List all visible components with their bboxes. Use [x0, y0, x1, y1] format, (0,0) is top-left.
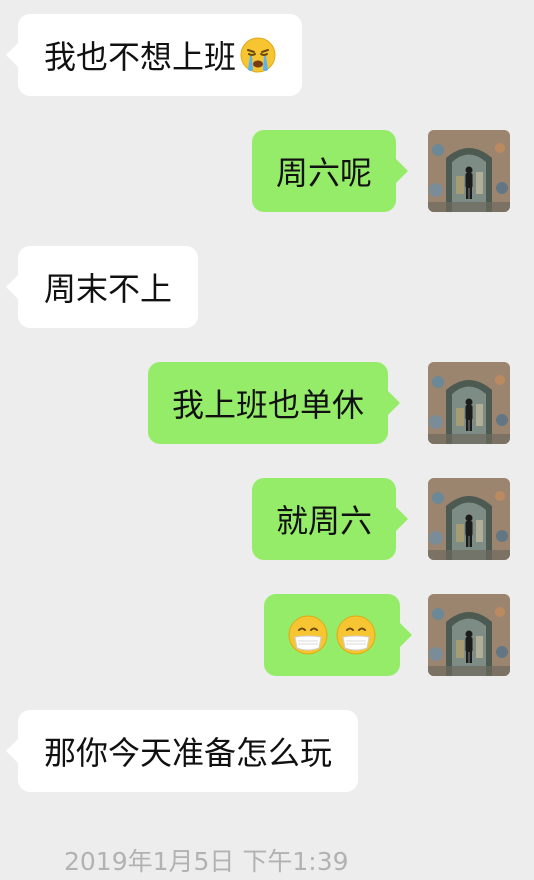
message-text: 我也不想上班	[44, 38, 237, 76]
face-with-medical-mask-icon	[288, 615, 328, 655]
avatar[interactable]	[428, 478, 510, 560]
outgoing-message-bubble[interactable]: 我上班也单休	[148, 362, 401, 444]
message-text: 就周六	[276, 502, 373, 540]
avatar[interactable]	[428, 362, 510, 444]
avatar[interactable]	[428, 130, 510, 212]
avatar-photo-icon	[428, 130, 510, 212]
avatar-photo-icon	[428, 362, 510, 444]
incoming-message-bubble[interactable]: 周末不上	[5, 246, 199, 328]
emoji-row	[288, 615, 376, 655]
message-text: 那你今天准备怎么玩	[44, 734, 333, 772]
avatar-photo-icon	[428, 478, 510, 560]
chat-view: 我也不想上班 周六呢 周末不上 我上班也单休 就周六 那你今天准备怎么玩 201…	[0, 0, 534, 880]
incoming-message-bubble[interactable]: 那你今天准备怎么玩	[5, 710, 359, 792]
crying-face-icon	[240, 37, 276, 73]
avatar-photo-icon	[428, 594, 510, 676]
avatar[interactable]	[428, 594, 510, 676]
message-timestamp: 2019年1月5日 下午1:39	[64, 847, 349, 876]
message-text: 周末不上	[44, 270, 173, 308]
message-text: 我上班也单休	[172, 386, 365, 424]
face-with-medical-mask-icon	[336, 615, 376, 655]
message-text: 周六呢	[276, 154, 373, 192]
outgoing-message-bubble[interactable]	[264, 594, 412, 676]
outgoing-message-bubble[interactable]: 周六呢	[252, 130, 409, 212]
incoming-message-bubble[interactable]: 我也不想上班	[5, 14, 303, 96]
outgoing-message-bubble[interactable]: 就周六	[252, 478, 409, 560]
